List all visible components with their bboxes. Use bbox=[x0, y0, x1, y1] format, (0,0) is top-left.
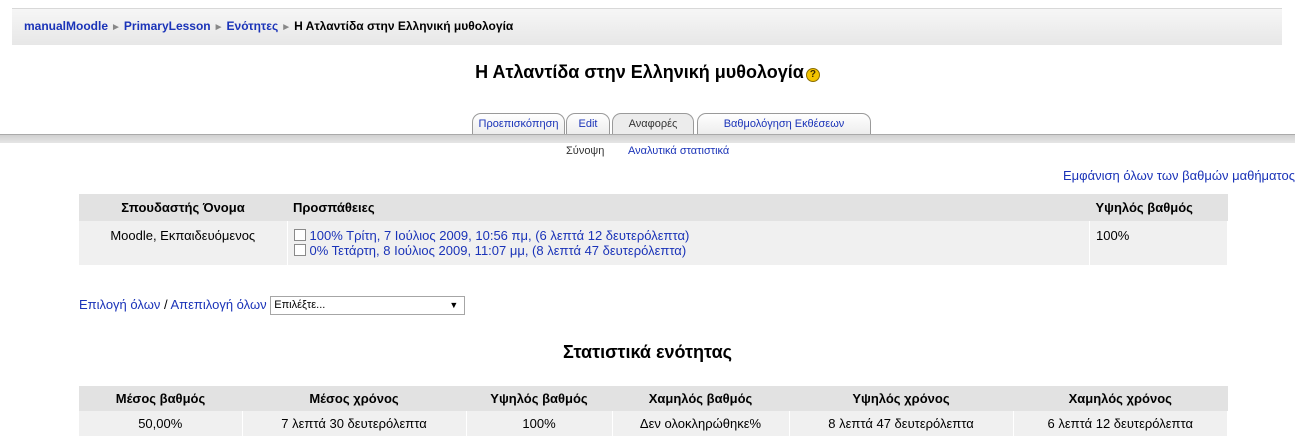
breadcrumb-link-lessons[interactable]: Ενότητες bbox=[227, 19, 279, 33]
stats-header-high-score: Υψηλός βαθμός bbox=[466, 386, 612, 411]
action-select-value: Επιλέξτε... bbox=[274, 299, 326, 311]
attempt-item: 0% Τετάρτη, 8 Ιούλιος 2009, 11:07 μμ, (8… bbox=[293, 243, 1084, 258]
page-title: Η Ατλαντίδα στην Ελληνική μυθολογία? bbox=[0, 62, 1295, 83]
breadcrumb-separator: ► bbox=[281, 22, 292, 33]
stats-title: Στατιστικά ενότητας bbox=[562, 342, 732, 362]
breadcrumb-link-course-site[interactable]: manualMoodle bbox=[24, 19, 108, 33]
table-header-row: Σπουδαστής Όνομα Προσπάθειες Υψηλός βαθμ… bbox=[79, 194, 1228, 221]
attempt-link[interactable]: 0% Τετάρτη, 8 Ιούλιος 2009, 11:07 μμ, (8… bbox=[310, 243, 687, 258]
stats-high-time: 8 λεπτά 47 δευτερόλεπτα bbox=[789, 411, 1014, 436]
chevron-down-icon: ▼ bbox=[449, 300, 459, 310]
stats-low-time: 6 λεπτά 12 δευτερόλεπτα bbox=[1013, 411, 1228, 436]
stats-header-avg-time: Μέσος χρόνος bbox=[242, 386, 466, 411]
tab-preview[interactable]: Προεπισκόπηση bbox=[472, 113, 565, 135]
stats-header-high-time: Υψηλός χρόνος bbox=[789, 386, 1013, 411]
page-title-text: Η Ατλαντίδα στην Ελληνική μυθολογία bbox=[475, 62, 804, 82]
subtab-detailed-stats[interactable]: Αναλυτικά στατιστικά bbox=[628, 145, 729, 157]
attempts-cell: 100% Τρίτη, 7 Ιούλιος 2009, 10:56 πμ, (6… bbox=[287, 221, 1090, 265]
column-header-high-score: Υψηλός βαθμός bbox=[1089, 194, 1228, 221]
stats-header-low-score: Χαμηλός βαθμός bbox=[612, 386, 789, 411]
stats-header-low-time: Χαμηλός χρόνος bbox=[1013, 386, 1228, 411]
column-header-student: Σπουδαστής Όνομα bbox=[79, 194, 287, 221]
high-score-value: 100% bbox=[1089, 221, 1228, 265]
breadcrumb: manualMoodle ► PrimaryLesson ► Ενότητες ► Η Ατ… bbox=[24, 19, 513, 33]
action-select[interactable]: Επιλέξτε... ▼ bbox=[270, 296, 466, 315]
stats-avg-score: 50,00% bbox=[79, 411, 243, 436]
attempts-table: Σπουδαστής Όνομα Προσπάθειες Υψηλός βαθμ… bbox=[79, 194, 1228, 265]
breadcrumb-separator: ► bbox=[111, 22, 121, 33]
student-name: Moodle, Εκπαιδευόμενος bbox=[79, 221, 288, 265]
tab-edit[interactable]: Edit bbox=[566, 113, 610, 135]
stats-low-score: Δεν ολοκληρώθηκε% bbox=[612, 411, 790, 436]
stats-table: Μέσος βαθμός Μέσος χρόνος Υψηλός βαθμός … bbox=[79, 386, 1228, 436]
tab-bar: Προεπισκόπηση Edit Αναφορές Βαθμολόγηση … bbox=[0, 113, 1295, 135]
stats-header-avg-score: Μέσος βαθμός bbox=[79, 386, 242, 411]
deselect-all-link[interactable]: Απεπιλογή όλων bbox=[171, 297, 267, 312]
subtab-summary[interactable]: Σύνοψη bbox=[566, 145, 604, 157]
table-header-row: Μέσος βαθμός Μέσος χρόνος Υψηλός βαθμός … bbox=[79, 386, 1228, 411]
selection-bar: Επιλογή όλων / Απεπιλογή όλων Επιλέξτε..… bbox=[79, 296, 466, 315]
selection-divider: / bbox=[163, 296, 168, 312]
stats-avg-time: 7 λεπτά 30 δευτερόλεπτα bbox=[242, 411, 467, 436]
help-icon[interactable]: ? bbox=[805, 68, 820, 82]
show-all-grades-link[interactable]: Εμφάνιση όλων των βαθμών μαθήματος bbox=[1063, 168, 1295, 183]
attempt-checkbox[interactable] bbox=[293, 244, 306, 256]
table-row: 50,00% 7 λεπτά 30 δευτερόλεπτα 100% Δεν … bbox=[79, 411, 1228, 436]
stats-high-score: 100% bbox=[466, 411, 613, 436]
breadcrumb-link-course[interactable]: PrimaryLesson bbox=[124, 19, 211, 33]
breadcrumb-current: Η Ατλαντίδα στην Ελληνική μυθολογία bbox=[294, 19, 514, 33]
navbar: manualMoodle ► PrimaryLesson ► Ενότητες ► Η Ατ… bbox=[12, 8, 1282, 45]
select-all-link[interactable]: Επιλογή όλων bbox=[79, 297, 160, 312]
tab-reports[interactable]: Αναφορές bbox=[612, 113, 694, 135]
attempt-item: 100% Τρίτη, 7 Ιούλιος 2009, 10:56 πμ, (6… bbox=[293, 228, 1084, 243]
tab-divider bbox=[0, 134, 1295, 143]
breadcrumb-separator: ► bbox=[213, 22, 224, 33]
column-header-attempts: Προσπάθειες bbox=[287, 194, 1090, 221]
tab-essay-grading[interactable]: Βαθμολόγηση Εκθέσεων bbox=[697, 113, 871, 135]
attempt-checkbox[interactable] bbox=[293, 229, 306, 241]
table-row: Moodle, Εκπαιδευόμενος 100% Τρίτη, 7 Ιού… bbox=[79, 221, 1228, 265]
attempt-link[interactable]: 100% Τρίτη, 7 Ιούλιος 2009, 10:56 πμ, (6… bbox=[310, 228, 690, 243]
